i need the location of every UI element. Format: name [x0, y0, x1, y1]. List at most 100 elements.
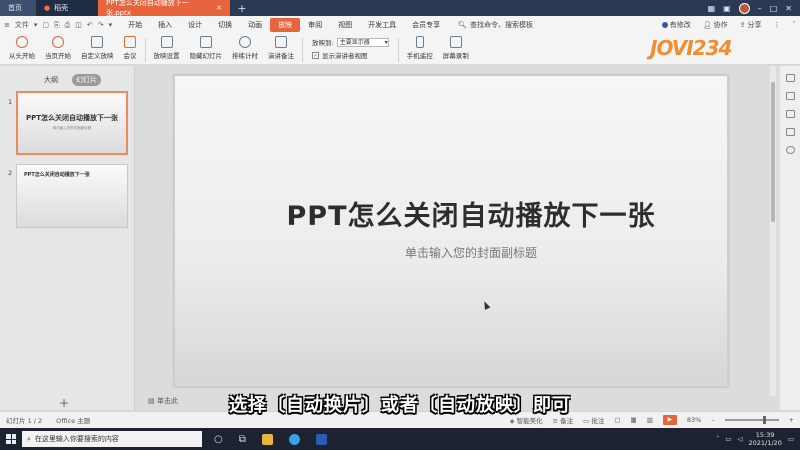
file-explorer-icon[interactable]	[261, 433, 273, 445]
phone-remote-button[interactable]: 手机遥控	[402, 34, 438, 65]
maximize-icon[interactable]: □	[770, 4, 778, 13]
tab-insert[interactable]: 插入	[150, 18, 180, 32]
from-start-label: 从头开始	[9, 52, 35, 60]
custom-show-button[interactable]: 自定义放映	[76, 34, 119, 65]
rehearse-button[interactable]: 排练计时	[227, 34, 263, 65]
play-icon	[16, 36, 28, 48]
zoom-level: 83%	[686, 416, 702, 424]
share-button[interactable]: ⇪ 分享	[740, 20, 762, 30]
zoom-slider[interactable]	[724, 416, 779, 424]
clock-icon[interactable]	[785, 146, 795, 154]
taskbar-search[interactable]: ⌕ 在这里输入你要搜索的内容	[22, 431, 202, 447]
close-tab-icon[interactable]: ✕	[216, 4, 222, 12]
property-icon[interactable]	[785, 74, 795, 82]
undo-icon[interactable]: ↶	[87, 21, 93, 29]
watermark-logo: JOVI234	[650, 36, 732, 60]
record-icon	[449, 36, 462, 48]
hide-slide-icon	[199, 36, 212, 48]
collaborate-button[interactable]: 👤︎ 协作	[703, 20, 728, 30]
reading-view-icon[interactable]: ▥	[647, 416, 653, 424]
tab-review[interactable]: 审阅	[300, 18, 330, 32]
changes-button[interactable]: 有修改	[661, 20, 691, 30]
tab-docer[interactable]: ● 稻壳	[36, 0, 98, 16]
custom-show-icon	[91, 36, 104, 48]
zoom-out-icon[interactable]: –	[711, 416, 714, 424]
scroll-thumb[interactable]	[771, 82, 775, 222]
window-controls: ▦ ▣ – □ ✕	[708, 0, 800, 16]
changes-label: 有修改	[669, 21, 691, 29]
cortana-icon[interactable]: ○	[214, 434, 223, 445]
task-view-icon[interactable]: ⧉	[239, 434, 246, 445]
avatar[interactable]	[738, 2, 750, 14]
chevron-up-icon[interactable]: ˆ	[716, 435, 719, 443]
save-icon[interactable]: ▢	[42, 21, 49, 29]
more-icon[interactable]: ⋮	[774, 20, 781, 30]
from-start-button[interactable]: 从头开始	[4, 34, 40, 65]
layout-icon[interactable]: ▣	[723, 4, 731, 13]
print-icon[interactable]: ⎙	[65, 21, 71, 30]
meeting-button[interactable]: 会议	[119, 34, 142, 65]
zoom-slider-handle[interactable]	[762, 416, 766, 424]
tab-member[interactable]: 会员专享	[404, 18, 448, 32]
command-search[interactable]: 🔍︎ 查找命令、搜索模板	[458, 20, 533, 30]
grid-icon[interactable]: ▦	[708, 4, 716, 13]
clock[interactable]: 15:39 2021/1/20	[749, 431, 782, 447]
tab-developer[interactable]: 开发工具	[360, 18, 404, 32]
tab-start[interactable]: 开始	[120, 18, 150, 32]
slide-thumbnail-2[interactable]: PPT怎么关闭自动播放下一张	[16, 164, 128, 228]
current-slide[interactable]: PPT怎么关闭自动播放下一张 单击输入您的封面副标题	[174, 75, 728, 387]
layout-panel-icon[interactable]	[785, 110, 795, 118]
presenter-view-checkbox[interactable]: ✓	[312, 51, 319, 59]
setup-label: 放映设置	[153, 52, 180, 60]
phone-icon	[415, 36, 424, 48]
meeting-icon	[124, 36, 136, 48]
export-icon[interactable]: ⎘	[54, 21, 60, 30]
tab-animation[interactable]: 动画	[240, 18, 270, 32]
network-icon[interactable]: ▭	[725, 435, 731, 443]
setup-icon	[160, 36, 173, 48]
tab-current-file[interactable]: PPT怎么关闭自动播放下一张.pptx ✕	[98, 0, 230, 17]
tab-view[interactable]: 视图	[330, 18, 360, 32]
hide-slide-button[interactable]: 隐藏幻灯片	[185, 34, 228, 65]
tab-slides[interactable]: 幻灯片	[72, 74, 101, 86]
word-icon[interactable]	[315, 433, 327, 445]
thumb-title: PPT怎么关闭自动播放下一张	[25, 114, 119, 122]
preview-icon[interactable]: ◫	[75, 21, 82, 29]
adjust-icon[interactable]	[785, 92, 795, 100]
presenter-notes-button[interactable]: 演讲备注	[263, 34, 299, 65]
volume-icon[interactable]: ◁	[738, 435, 743, 443]
tab-outline[interactable]: 大纲	[40, 74, 62, 86]
notification-icon[interactable]: ▭	[788, 435, 794, 443]
search-icon: 🔍︎	[458, 21, 468, 29]
tab-transition[interactable]: 切换	[210, 18, 240, 32]
mouse-cursor-icon	[481, 300, 491, 310]
start-button[interactable]	[0, 428, 22, 450]
zoom-in-icon[interactable]: +	[789, 416, 794, 424]
tab-docer-label: 稻壳	[54, 4, 69, 12]
new-tab-button[interactable]: +	[230, 0, 254, 16]
chevron-up-icon[interactable]: ˆ	[793, 20, 797, 30]
setup-button[interactable]: 放映设置	[149, 34, 185, 65]
monitor-select[interactable]: 主要显示器 ▾	[336, 37, 389, 47]
screen-record-button[interactable]: 屏幕录制	[438, 34, 474, 65]
shape-icon[interactable]	[785, 128, 795, 136]
tab-slideshow[interactable]: 放映	[270, 18, 301, 32]
minimize-icon[interactable]: –	[758, 4, 762, 13]
from-current-button[interactable]: 当页开始	[40, 34, 76, 65]
slide-thumbnail-1[interactable]: PPT怎么关闭自动播放下一张 单击输入您的封面副标题	[16, 91, 128, 155]
docer-icon: ●	[44, 4, 51, 12]
slide-title[interactable]: PPT怎么关闭自动播放下一张	[175, 194, 727, 233]
file-menu[interactable]: 文件	[15, 20, 29, 30]
sorter-view-icon[interactable]: ▦	[631, 416, 637, 424]
menu-icon[interactable]: ≡	[4, 21, 10, 29]
edge-icon[interactable]	[288, 433, 300, 445]
tab-home[interactable]: 首页	[0, 0, 36, 16]
thumb-number: 2	[8, 169, 13, 177]
tab-design[interactable]: 设计	[180, 18, 210, 32]
normal-view-icon[interactable]: ▢	[614, 416, 620, 424]
close-window-icon[interactable]: ✕	[785, 4, 792, 13]
redo-icon[interactable]: ↷	[98, 21, 104, 29]
slide-subtitle[interactable]: 单击输入您的封面副标题	[175, 244, 727, 261]
vertical-scrollbar[interactable]	[770, 66, 776, 396]
menu-bar: ≡ 文件 ▾ ▢ ⎘ ⎙ ◫ ↶ ↷ ▾ 开始 插入 设计 切换 动画 放映 审…	[0, 16, 800, 34]
